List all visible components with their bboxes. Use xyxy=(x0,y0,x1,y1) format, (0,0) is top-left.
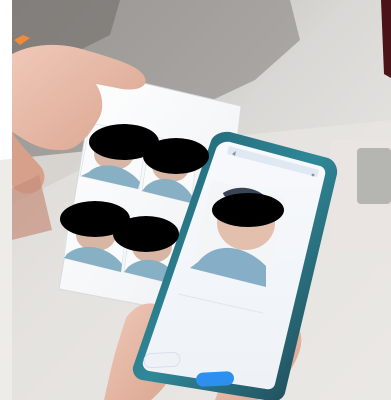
more-button[interactable] xyxy=(311,173,315,177)
secondary-action-button[interactable] xyxy=(143,352,181,368)
more-icon xyxy=(311,173,315,177)
redaction-oval xyxy=(113,216,179,252)
redaction-oval xyxy=(212,193,284,227)
redaction-oval xyxy=(143,138,209,174)
primary-action-button[interactable] xyxy=(196,371,235,387)
photo-scene xyxy=(0,0,391,400)
